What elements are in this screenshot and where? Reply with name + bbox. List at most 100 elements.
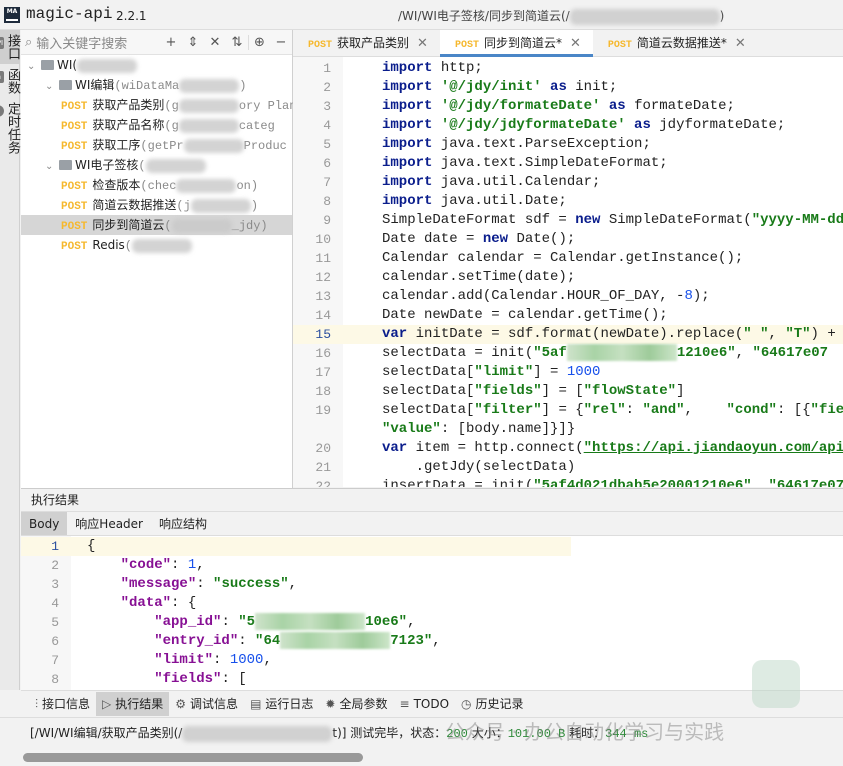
editor-tab[interactable]: POST 同步到简道云* ✕ [439, 30, 593, 57]
blurred-region [178, 118, 239, 133]
locate-icon[interactable]: ⊕ [248, 34, 270, 50]
code-token: var [382, 440, 408, 456]
tree-item[interactable]: POST 获取产品类别(g ory Plan [21, 95, 296, 115]
blurred-region [145, 158, 206, 173]
code-token: " " [743, 326, 769, 342]
tree-item[interactable]: POST 获取产品名称(g categ [21, 115, 292, 135]
code-token: 1000 [229, 652, 264, 668]
method-badge: POST [61, 121, 88, 133]
result-json-viewer[interactable]: 1{2 "code": 1, 3 "message": "success", 4 "… [21, 536, 843, 690]
code-token: , [751, 478, 769, 487]
tab-response-header[interactable]: 响应Header [67, 512, 151, 535]
tree-item-path: (getPr [140, 139, 184, 153]
editor-tab[interactable]: POST 获取产品类别 ✕ [293, 30, 440, 57]
tree-item[interactable]: POST 获取工序(getPr Produc [21, 135, 292, 155]
code-line: 6 "entry_id": "64 7123", [21, 632, 571, 651]
code-token: "64617e07 [768, 478, 843, 487]
tree-item[interactable]: ⌄ WI电子签核( [21, 155, 292, 175]
code-line: 2 "code": 1, [21, 556, 571, 575]
code-line: "value": [body.name]}]} [293, 420, 843, 439]
editor-tab[interactable]: POST 简道云数据推送* ✕ [593, 30, 758, 57]
tree-item[interactable]: POST 同步到简道云(_jdy) [21, 215, 292, 235]
blurred-region [77, 58, 138, 73]
code-token: import [382, 79, 433, 95]
tree-item[interactable]: POST Redis( [21, 235, 292, 255]
tab-body[interactable]: Body [21, 512, 68, 535]
bottom-tool-clock[interactable]: ◷ 历史记录 [455, 692, 530, 716]
code-text: "entry_id": "64 7123", [87, 632, 441, 651]
code-token: "cond" [726, 402, 777, 418]
close-icon[interactable]: ✕ [570, 36, 581, 51]
code-token: , [432, 633, 441, 650]
code-token: "entry_id" [154, 633, 239, 650]
bottom-tool-bug[interactable]: ⚙ 调试信息 [169, 692, 244, 716]
code-token: "64 [255, 633, 281, 650]
tree-item-label: 获取产品名称 [92, 118, 165, 132]
bottom-tool-label: 调试信息 [190, 697, 239, 711]
rail-tab-functions[interactable]: 函数fn [0, 64, 20, 98]
current-path: /WI/WI电子签核/同步到简道云(/) [398, 8, 725, 25]
code-line: 8 import java.util.Date; [293, 192, 843, 211]
code-editor[interactable]: 1 import http; 2 import '@/jdy/init' as init;… [293, 57, 843, 487]
code-token: : [213, 652, 230, 668]
line-number: 10 [315, 232, 331, 247]
close-icon[interactable]: ✕ [735, 36, 746, 51]
search-icon: ⌕ [25, 34, 33, 50]
blurred-region [280, 632, 391, 649]
blurred-region [190, 198, 251, 213]
watermark-logo-icon [752, 660, 800, 708]
code-token: "code" [120, 557, 172, 573]
tab-label: 同步到简道云* [483, 36, 562, 50]
close-all-icon[interactable]: ✕ [204, 35, 226, 50]
code-token: import [382, 155, 433, 171]
code-token: 1 [187, 557, 197, 573]
bottom-tool-list[interactable]: ≡ TODO [394, 692, 456, 716]
method-badge: POST [61, 221, 88, 233]
minimize-icon[interactable]: − [270, 35, 292, 50]
tree-item[interactable]: ⌄ WI编辑(wiDataMa) [21, 75, 292, 95]
tree-item[interactable]: POST 简道云数据推送(j) [21, 195, 292, 215]
rail-tab-scheduled-tasks[interactable]: 定时任务 [0, 98, 20, 158]
code-token: "yyyy-MM-dd [751, 212, 843, 228]
bottom-tool-play[interactable]: ▷ 执行结果 [96, 692, 170, 716]
bug-icon: ⚙ [175, 697, 187, 711]
scrollbar-thumb[interactable] [23, 753, 363, 762]
code-token: java.text.ParseException; [440, 136, 651, 152]
tree-item[interactable]: ⌄ WI( [21, 55, 292, 75]
rail-tab-api[interactable]: 接口API [0, 30, 20, 64]
method-badge: POST [61, 201, 88, 213]
code-token: , [263, 652, 272, 668]
code-token: "T" [785, 326, 811, 342]
bottom-tool-log[interactable]: ▤ 运行日志 [244, 692, 319, 716]
tree-item-path: (g [164, 99, 179, 113]
tree-item[interactable]: POST 检查版本(chec on) [21, 175, 292, 195]
line-number: 7 [323, 175, 331, 190]
bottom-tool-gear[interactable]: ✹ 全局参数 [319, 692, 393, 716]
blurred-region [178, 98, 239, 113]
sort-icon[interactable]: ⇅ [226, 35, 248, 50]
search-input[interactable]: ⌕ 输入关键字搜索 [25, 33, 160, 52]
code-token: "and" [642, 402, 685, 418]
result-tabs: Body 响应Header 响应结构 [21, 512, 843, 536]
chevron-down-icon[interactable]: ⌄ [45, 157, 59, 177]
code-token: insertData = init( [382, 478, 534, 487]
bottom-tool-sliders[interactable]: ⫶ 接口信息 [29, 692, 96, 716]
close-icon[interactable]: ✕ [417, 36, 428, 51]
code-text: selectData["limit"] = 1000 [382, 363, 600, 382]
chevron-down-icon[interactable]: ⌄ [45, 77, 59, 97]
chevron-down-icon[interactable]: ⌄ [27, 57, 41, 77]
expand-collapse-icon[interactable]: ⇕ [182, 35, 204, 50]
line-number: 8 [323, 194, 331, 209]
code-token: formateDate; [625, 98, 735, 114]
line-number: 2 [323, 80, 331, 95]
line-number: 1 [51, 539, 59, 554]
line-number: 7 [51, 653, 59, 668]
code-token: ] = { [541, 402, 584, 418]
code-token: import [382, 98, 433, 114]
tab-response-structure[interactable]: 响应结构 [151, 512, 215, 535]
tree-toolbar: ⌕ 输入关键字搜索 + ⇕ ✕ ⇅ ⊕ − [21, 30, 292, 55]
tab-label: 获取产品类别 [337, 36, 410, 50]
add-icon[interactable]: + [160, 35, 182, 50]
blurred-region [132, 238, 192, 253]
